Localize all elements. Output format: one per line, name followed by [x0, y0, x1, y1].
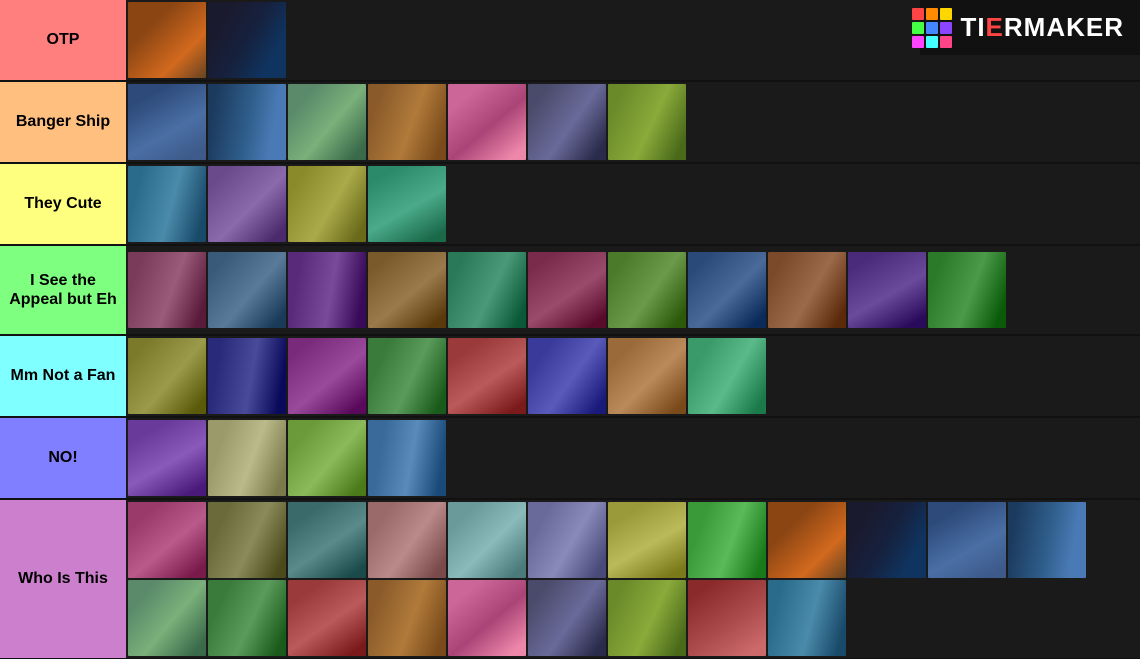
tier-row-banger: Banger Ship — [0, 82, 1140, 164]
tier-image[interactable] — [368, 84, 446, 160]
tier-image[interactable] — [368, 338, 446, 414]
tier-label-banger: Banger Ship — [0, 82, 126, 162]
logo-cell-7 — [912, 36, 924, 48]
tier-image[interactable] — [448, 338, 526, 414]
tier-image[interactable] — [368, 252, 446, 328]
tier-image[interactable] — [288, 338, 366, 414]
tier-image[interactable] — [368, 502, 446, 578]
logo-cell-6 — [940, 22, 952, 34]
tier-image[interactable] — [128, 580, 206, 656]
tier-label-notfan: Mm Not a Fan — [0, 336, 126, 416]
header: TiERMAKER — [920, 0, 1140, 55]
tier-label-who: Who Is This — [0, 500, 126, 658]
tier-image[interactable] — [608, 502, 686, 578]
tier-image[interactable] — [208, 2, 286, 78]
tiermaker-logo: TiERMAKER — [912, 8, 1124, 48]
tier-row-notfan: Mm Not a Fan — [0, 336, 1140, 418]
logo-tier: Ti — [960, 12, 985, 42]
tier-image[interactable] — [128, 2, 206, 78]
tier-image[interactable] — [128, 420, 206, 496]
logo-cell-1 — [912, 8, 924, 20]
tier-image[interactable] — [448, 580, 526, 656]
logo-maker: RMAKER — [1004, 12, 1124, 42]
tier-row-no: NO! — [0, 418, 1140, 500]
logo-text: TiERMAKER — [960, 12, 1124, 43]
tier-image[interactable] — [608, 580, 686, 656]
tier-image[interactable] — [688, 580, 766, 656]
tier-image[interactable] — [688, 338, 766, 414]
tier-label-appeal: I See the Appeal but Eh — [0, 246, 126, 334]
tier-image[interactable] — [128, 338, 206, 414]
tier-list: OTP Banger Ship They Cute — [0, 0, 1140, 659]
tier-image[interactable] — [288, 502, 366, 578]
app-container: TiERMAKER OTP Banger Ship — [0, 0, 1140, 659]
tier-image[interactable] — [768, 252, 846, 328]
tier-image[interactable] — [928, 252, 1006, 328]
tier-image[interactable] — [608, 84, 686, 160]
tier-image[interactable] — [288, 166, 366, 242]
tier-image[interactable] — [528, 502, 606, 578]
logo-cell-2 — [926, 8, 938, 20]
logo-cell-9 — [940, 36, 952, 48]
tier-image[interactable] — [528, 338, 606, 414]
tier-image[interactable] — [208, 166, 286, 242]
tier-image[interactable] — [208, 84, 286, 160]
logo-cell-4 — [912, 22, 924, 34]
tier-image[interactable] — [1008, 502, 1086, 578]
tier-image[interactable] — [368, 420, 446, 496]
tier-image[interactable] — [368, 580, 446, 656]
tier-images-appeal — [126, 246, 1140, 334]
tier-image[interactable] — [128, 502, 206, 578]
tier-image[interactable] — [208, 252, 286, 328]
tier-row-appeal: I See the Appeal but Eh — [0, 246, 1140, 336]
tier-image[interactable] — [128, 166, 206, 242]
tier-image[interactable] — [688, 502, 766, 578]
tier-image[interactable] — [288, 252, 366, 328]
tier-image[interactable] — [368, 166, 446, 242]
tier-images-no — [126, 418, 1140, 498]
tier-image[interactable] — [128, 84, 206, 160]
tier-images-cute — [126, 164, 1140, 244]
tier-images-banger — [126, 82, 1140, 162]
tier-image[interactable] — [528, 84, 606, 160]
tier-image[interactable] — [208, 502, 286, 578]
logo-cell-3 — [940, 8, 952, 20]
tier-image[interactable] — [608, 338, 686, 414]
tier-image[interactable] — [528, 580, 606, 656]
tier-image[interactable] — [288, 420, 366, 496]
tier-image[interactable] — [208, 580, 286, 656]
logo-cell-5 — [926, 22, 938, 34]
tier-images-who — [126, 500, 1140, 658]
tier-image[interactable] — [128, 252, 206, 328]
tier-image[interactable] — [928, 502, 1006, 578]
tier-image[interactable] — [768, 580, 846, 656]
tier-image[interactable] — [208, 338, 286, 414]
tier-image[interactable] — [848, 502, 926, 578]
tier-image[interactable] — [608, 252, 686, 328]
tier-label-otp: OTP — [0, 0, 126, 80]
tier-image[interactable] — [448, 502, 526, 578]
logo-cell-8 — [926, 36, 938, 48]
tier-image[interactable] — [528, 252, 606, 328]
tier-image[interactable] — [448, 84, 526, 160]
logo-grid-icon — [912, 8, 952, 48]
tier-row-cute: They Cute — [0, 164, 1140, 246]
tier-label-no: NO! — [0, 418, 126, 498]
tier-label-cute: They Cute — [0, 164, 126, 244]
tier-image[interactable] — [688, 252, 766, 328]
tier-image[interactable] — [288, 580, 366, 656]
tier-image[interactable] — [768, 502, 846, 578]
tier-image[interactable] — [208, 420, 286, 496]
tier-row-who: Who Is This — [0, 500, 1140, 659]
tier-image[interactable] — [448, 252, 526, 328]
tier-image[interactable] — [848, 252, 926, 328]
tier-image[interactable] — [288, 84, 366, 160]
logo-e: E — [986, 12, 1004, 42]
tier-images-notfan — [126, 336, 1140, 416]
